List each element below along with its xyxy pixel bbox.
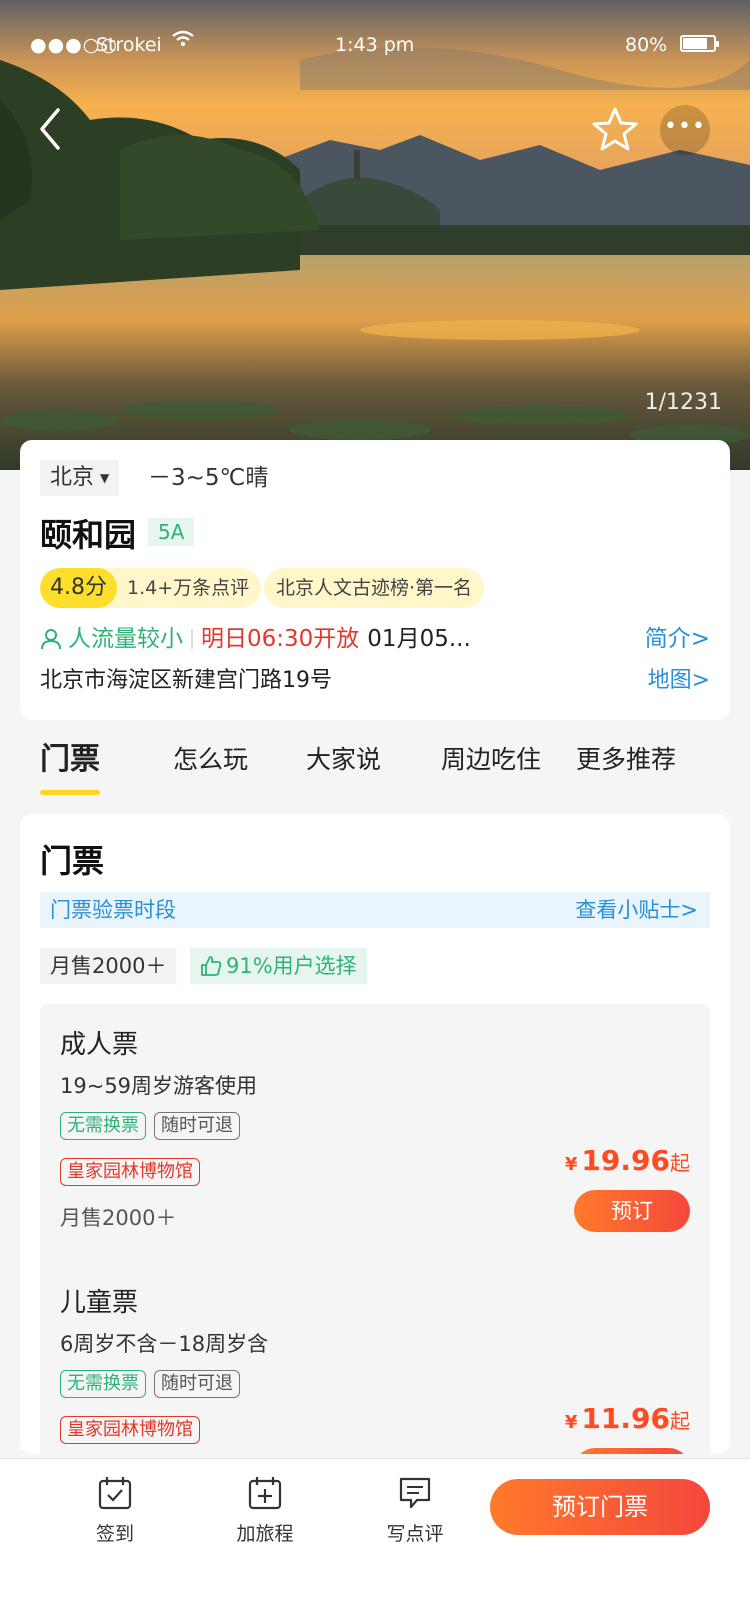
weather-info: －3~5℃晴 <box>148 465 269 491</box>
write-review-label: 写点评 <box>386 1523 444 1545</box>
ticket-price: ¥19.96起 <box>565 1144 690 1177</box>
price-suffix: 起 <box>670 1151 690 1175</box>
more-dots-icon: ••• <box>664 114 706 139</box>
battery-level <box>683 38 707 49</box>
opening-date: 01月05... <box>367 626 471 652</box>
tips-link[interactable]: 查看小贴士> <box>575 892 698 928</box>
refundable-tag: 随时可退 <box>154 1370 240 1398</box>
section-title: 门票 <box>40 842 105 880</box>
ticket-monthly-sales: 月售2000＋ <box>60 1206 177 1230</box>
tab-active-indicator <box>40 790 100 795</box>
user-choice-chip: 91%用户选择 <box>190 948 367 984</box>
intro-link[interactable]: 简介> <box>645 622 710 656</box>
review-count: 1.4+万条点评 <box>127 577 250 599</box>
caret-down-icon: ▼ <box>100 471 110 485</box>
check-time-label: 门票验票时段 <box>50 898 176 922</box>
monthly-sales-chip: 月售2000＋ <box>40 948 177 984</box>
status-bar: ●●●○○ Strokei 1:43 pm 80% <box>0 0 750 90</box>
tickets-section: 门票 门票验票时段 查看小贴士> 月售2000＋ 91%用户选择 成人票 19~… <box>20 814 730 1454</box>
person-icon <box>40 626 62 660</box>
address-row: 北京市海淀区新建宫门路19号 地图> <box>40 664 710 698</box>
tab-tickets[interactable]: 门票 <box>40 740 100 795</box>
star-outline-icon <box>592 107 638 151</box>
comment-icon <box>365 1475 465 1515</box>
ticket-description: 6周岁不含－18周岁含 <box>60 1332 269 1356</box>
add-trip-label: 加旅程 <box>236 1523 294 1545</box>
ticket-item-child[interactable]: 儿童票 6周岁不含－18周岁含 无需换票 随时可退 皇家园林博物馆 ¥11.96… <box>40 1262 710 1454</box>
ticket-tags: 无需换票 随时可退 <box>60 1370 248 1398</box>
tab-nearby[interactable]: 周边吃住 <box>441 740 541 780</box>
opening-info-row: 人流量较小 明日06:30开放 01月05... 简介> <box>40 622 710 656</box>
ticket-list: 成人票 19~59周岁游客使用 无需换票 随时可退 皇家园林博物馆 月售2000… <box>40 1004 710 1454</box>
tab-label: 周边吃住 <box>441 745 542 774</box>
ticket-description: 19~59周岁游客使用 <box>60 1074 258 1098</box>
grade-badge: 5A <box>148 518 195 546</box>
divider <box>191 629 193 649</box>
crowd-level: 人流量较小 <box>68 626 183 652</box>
ranking-badge[interactable]: 北京人文古迹榜·第一名 <box>264 568 485 608</box>
rating-summary[interactable]: 4.8分 1.4+万条点评 <box>40 568 262 608</box>
calendar-plus-icon <box>215 1475 315 1515</box>
clock: 1:43 pm <box>335 34 415 56</box>
ticket-name: 儿童票 <box>60 1288 139 1318</box>
check-time-bar[interactable]: 门票验票时段 查看小贴士> <box>40 892 710 928</box>
thumbs-up-icon <box>200 952 222 988</box>
write-review-button[interactable]: 写点评 <box>365 1475 465 1546</box>
city-selector[interactable]: 北京 ▼ <box>40 460 120 496</box>
no-exchange-tag: 无需换票 <box>60 1370 146 1398</box>
book-adult-ticket-button[interactable]: 预订 <box>574 1190 690 1232</box>
museum-tag: 皇家园林博物馆 <box>60 1158 200 1186</box>
ticket-item-adult[interactable]: 成人票 19~59周岁游客使用 无需换票 随时可退 皇家园林博物馆 月售2000… <box>40 1004 710 1264</box>
bottom-action-bar: 签到 加旅程 写点评 预订门票 <box>0 1458 750 1624</box>
battery-icon <box>680 35 719 52</box>
ticket-name: 成人票 <box>60 1030 139 1060</box>
tab-label: 大家说 <box>306 745 382 774</box>
more-button[interactable]: ••• <box>660 105 710 155</box>
address-text: 北京市海淀区新建宫门路19号 <box>40 668 332 693</box>
museum-tag-row: 皇家园林博物馆 <box>60 1158 208 1186</box>
museum-tag: 皇家园林博物馆 <box>60 1416 200 1444</box>
price-value: 11.96 <box>581 1402 670 1435</box>
tab-label: 门票 <box>40 742 100 777</box>
refundable-tag: 随时可退 <box>154 1112 240 1140</box>
opening-time: 明日06:30开放 <box>201 626 360 652</box>
book-tickets-button[interactable]: 预订门票 <box>490 1479 710 1535</box>
user-choice-text: 91%用户选择 <box>226 954 357 978</box>
calendar-check-icon <box>65 1475 165 1515</box>
photo-counter: 1/1231 <box>644 390 722 415</box>
museum-tag-row: 皇家园林博物馆 <box>60 1416 208 1444</box>
back-button[interactable] <box>32 104 72 154</box>
currency-symbol: ¥ <box>564 1154 578 1175</box>
ticket-tags: 无需换票 随时可退 <box>60 1112 248 1140</box>
hero-photo[interactable]: ●●●○○ Strokei 1:43 pm 80% ••• 1/1231 <box>0 0 750 470</box>
favorite-button[interactable] <box>590 104 640 154</box>
tab-more-recommendations[interactable]: 更多推荐 <box>576 740 676 780</box>
tab-how-to-play[interactable]: 怎么玩 <box>173 740 248 780</box>
rating-score: 4.8分 <box>40 568 117 608</box>
city-name: 北京 <box>50 465 95 490</box>
ticket-price: ¥11.96起 <box>565 1402 690 1435</box>
currency-symbol: ¥ <box>564 1412 578 1433</box>
price-value: 19.96 <box>581 1144 670 1177</box>
tab-label: 怎么玩 <box>173 745 249 774</box>
carrier-name: Strokei <box>96 34 162 56</box>
add-trip-button[interactable]: 加旅程 <box>215 1475 315 1546</box>
book-child-ticket-button[interactable]: 预订 <box>574 1448 690 1454</box>
tab-label: 更多推荐 <box>576 745 677 774</box>
battery-percent: 80% <box>625 34 668 56</box>
checkin-label: 签到 <box>95 1523 134 1545</box>
section-tabs: 门票 怎么玩 大家说 周边吃住 更多推荐 <box>0 740 750 800</box>
attraction-title: 颐和园 <box>40 516 137 554</box>
checkin-button[interactable]: 签到 <box>65 1475 165 1546</box>
chevron-left-icon <box>40 108 60 150</box>
tab-reviews[interactable]: 大家说 <box>306 740 381 780</box>
no-exchange-tag: 无需换票 <box>60 1112 146 1140</box>
attraction-info-card: 北京 ▼ －3~5℃晴 颐和园 5A 4.8分 1.4+万条点评 北京人文古迹榜·… <box>20 440 730 720</box>
map-link[interactable]: 地图> <box>648 664 710 698</box>
price-suffix: 起 <box>670 1409 690 1433</box>
